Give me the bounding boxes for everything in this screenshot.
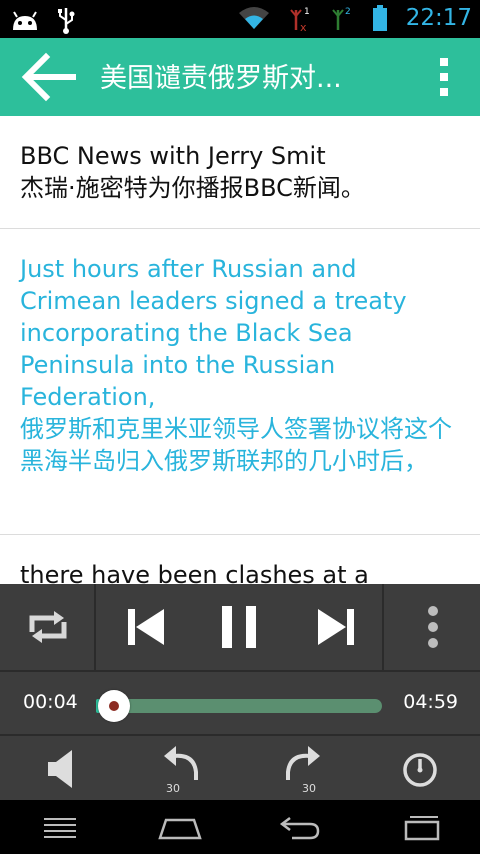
signal-icon: 2 xyxy=(331,7,351,30)
sentence-english: there have been clashes at a xyxy=(20,561,369,584)
previous-button[interactable] xyxy=(122,584,172,670)
rewind-30-button[interactable]: 30 xyxy=(160,742,204,796)
battery-icon xyxy=(372,5,387,31)
divider xyxy=(94,584,96,670)
divider xyxy=(382,584,384,670)
volume-button[interactable] xyxy=(44,742,80,796)
next-button[interactable] xyxy=(310,584,360,670)
list-item-active[interactable]: Just hours after Russian and Crimean lea… xyxy=(0,229,480,535)
page-title: 美国谴责俄罗斯对... xyxy=(100,63,342,94)
back-nav-button[interactable] xyxy=(278,810,322,844)
android-icon xyxy=(13,11,37,30)
skip-previous-icon xyxy=(128,609,164,645)
repeat-button[interactable] xyxy=(20,584,76,670)
overflow-menu-button[interactable] xyxy=(434,56,454,98)
svg-text:2: 2 xyxy=(345,7,351,17)
list-item[interactable]: there have been clashes at a xyxy=(0,535,480,584)
menu-nav-button[interactable] xyxy=(40,810,80,844)
svg-text:1: 1 xyxy=(304,7,310,17)
player-menu-button[interactable] xyxy=(418,584,448,670)
secondary-controls: 30 30 xyxy=(0,736,480,800)
overflow-menu-icon xyxy=(440,58,448,96)
back-button[interactable] xyxy=(20,52,80,102)
wifi-icon xyxy=(238,7,269,29)
action-bar: 美国谴责俄罗斯对... xyxy=(0,38,480,116)
sentence-chinese: 杰瑞·施密特为你播报BBC新闻。 xyxy=(20,174,365,202)
system-nav-bar xyxy=(0,800,480,854)
playback-controls xyxy=(0,584,480,670)
svg-text:x: x xyxy=(300,21,307,32)
status-time: 22:17 xyxy=(405,5,472,31)
seek-bar[interactable] xyxy=(96,690,382,722)
skip-next-icon xyxy=(318,609,354,645)
home-icon xyxy=(158,818,202,840)
menu-icon xyxy=(44,818,76,838)
audio-player: 00:04 04:59 30 30 xyxy=(0,584,480,800)
sentence-english: Just hours after Russian and Crimean lea… xyxy=(20,255,407,411)
overflow-menu-icon xyxy=(428,606,438,648)
pause-button[interactable] xyxy=(214,584,264,670)
rewind-seconds: 30 xyxy=(166,782,180,795)
sentence-english: BBC News with Jerry Smit xyxy=(20,142,326,170)
transcript-list[interactable]: BBC News with Jerry Smit 杰瑞·施密特为你播报BBC新闻… xyxy=(0,116,480,584)
current-time: 00:04 xyxy=(23,691,78,713)
speed-button[interactable] xyxy=(400,742,440,796)
sentence-chinese: 俄罗斯和克里米亚领导人签署协议将这个黑海半岛归入俄罗斯联邦的几小时后， xyxy=(20,415,452,475)
recent-apps-icon xyxy=(404,816,440,841)
rewind-icon: 30 xyxy=(164,746,198,795)
usb-icon xyxy=(58,8,75,34)
status-bar: 1 x 2 22:17 xyxy=(0,0,480,38)
forward-30-button[interactable]: 30 xyxy=(280,742,324,796)
arrow-left-icon xyxy=(21,52,76,102)
list-item[interactable]: BBC News with Jerry Smit 杰瑞·施密特为你播报BBC新闻… xyxy=(0,116,480,229)
volume-icon xyxy=(48,750,72,788)
recents-nav-button[interactable] xyxy=(400,810,442,844)
forward-seconds: 30 xyxy=(302,782,316,795)
repeat-icon xyxy=(29,611,67,643)
total-time: 04:59 xyxy=(403,691,458,713)
home-nav-button[interactable] xyxy=(156,810,204,844)
signal-no-service-icon: 1 x xyxy=(289,7,310,32)
forward-icon: 30 xyxy=(286,746,320,795)
back-icon xyxy=(279,817,320,840)
speedometer-icon xyxy=(403,753,437,787)
pause-icon xyxy=(222,606,256,648)
seek-bar-thumb[interactable] xyxy=(98,690,130,722)
progress-row: 00:04 04:59 xyxy=(0,672,480,734)
